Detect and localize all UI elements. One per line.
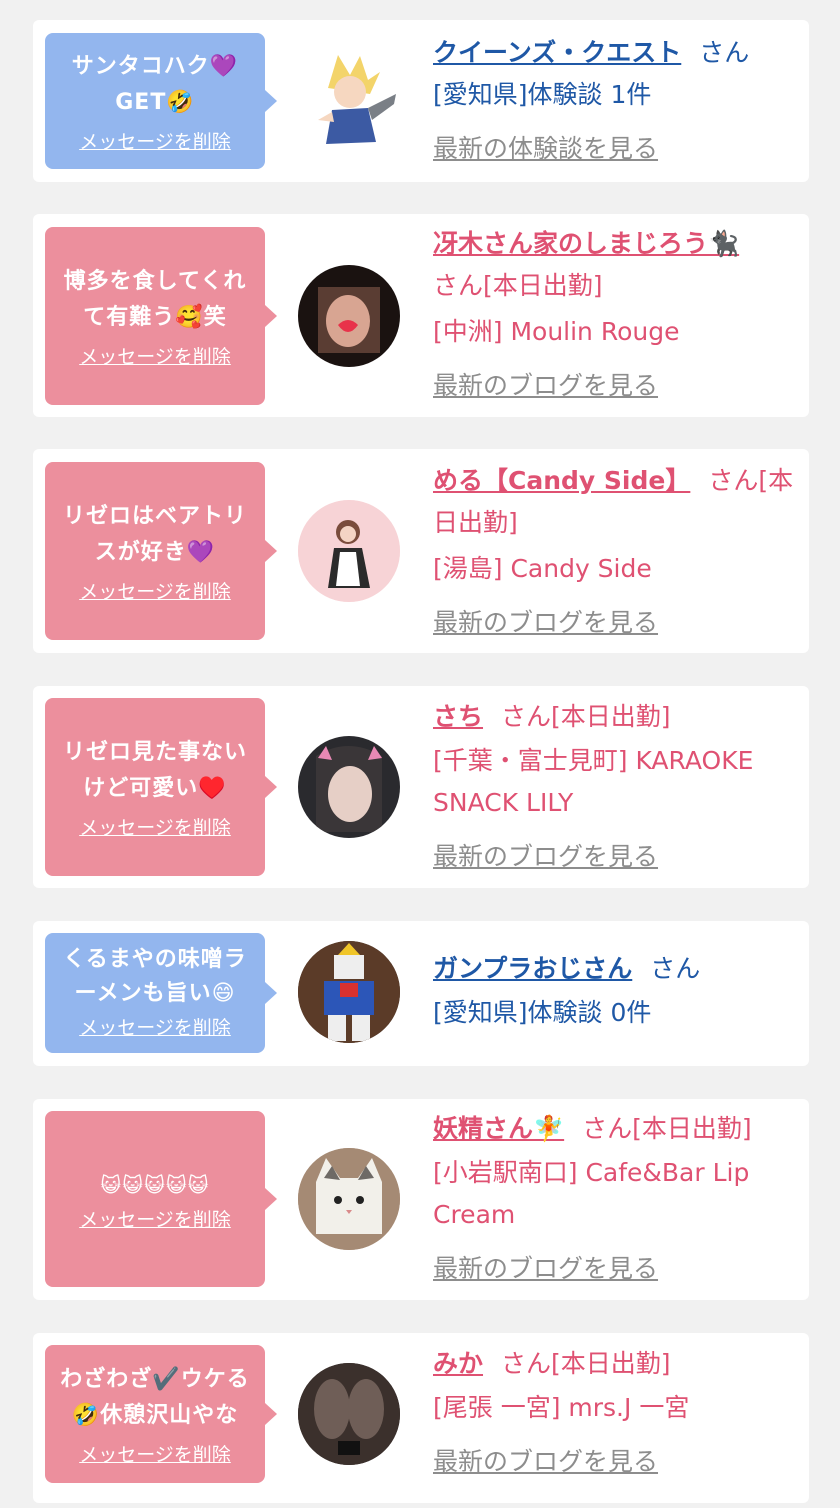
item-info: みか さん[本日出勤] [尾張 一宮] mrs.J 一宮 最新のブログを見る [433, 1343, 793, 1483]
woman-photo-icon [316, 746, 382, 832]
item-info: 妖精さん🧚 さん[本日出勤] [小岩駅南口] Cafe&Bar Lip Cream… [433, 1108, 793, 1290]
avatar[interactable] [298, 1148, 400, 1250]
item-detail: [小岩駅南口] Cafe&Bar Lip [433, 1158, 750, 1187]
girl-name-link[interactable]: みか [433, 1349, 483, 1378]
message-text: 😺😺😺😺😺 [100, 1172, 210, 1197]
name-suffix: さん[本 [708, 466, 794, 495]
latest-blog-link[interactable]: 最新のブログを見る [433, 371, 658, 400]
message-bubble: サンタコハク💜 GET🤣 メッセージを削除 [45, 33, 277, 169]
anime-character-icon [318, 55, 396, 144]
item-info: ガンプラおじさん さん [愛知県]体験談 0件 [433, 948, 793, 1034]
item-detail: [千葉・富士見町] KARAOKE [433, 746, 754, 775]
list-item: リゼロはベアトリ スが好き💜 メッセージを削除 める【Candy Side】 さん… [33, 449, 809, 653]
item-detail: [尾張 一宮] mrs.J 一宮 [433, 1393, 690, 1422]
message-text: リゼロはベアトリ スが好き💜 [62, 503, 247, 565]
avatar[interactable] [298, 736, 400, 838]
delete-message-link[interactable]: メッセージを削除 [79, 1013, 231, 1040]
message-bubble: リゼロはベアトリ スが好き💜 メッセージを削除 [45, 462, 277, 640]
name-suffix: さん[本日出勤] [501, 1349, 671, 1378]
shop-name-link[interactable]: クイーンズ・クエスト [433, 38, 681, 67]
message-bubble: くるまやの味噌ラ ーメンも旨い😄 メッセージを削除 [45, 933, 277, 1053]
item-info: クイーンズ・クエスト さん [愛知県]体験談 1件 最新の体験談を見る [433, 32, 793, 170]
woman-photo-icon [318, 287, 380, 353]
message-bubble: 博多を食してくれ て有難う🥰笑 メッセージを削除 [45, 227, 277, 405]
message-list: サンタコハク💜 GET🤣 メッセージを削除 クイーンズ・クエスト さん [愛知県]… [0, 0, 840, 1508]
delete-message-link[interactable]: メッセージを削除 [79, 577, 231, 604]
delete-message-link[interactable]: メッセージを削除 [79, 1440, 231, 1467]
latest-review-link[interactable]: 最新の体験談を見る [433, 134, 658, 163]
item-detail-cont: Cream [433, 1200, 516, 1229]
message-text: サンタコハク💜 GET🤣 [71, 53, 239, 115]
list-item: サンタコハク💜 GET🤣 メッセージを削除 クイーンズ・クエスト さん [愛知県]… [33, 20, 809, 182]
item-detail: [愛知県]体験談 0件 [433, 998, 652, 1027]
delete-message-link[interactable]: メッセージを削除 [79, 1205, 231, 1232]
list-item: くるまやの味噌ラ ーメンも旨い😄 メッセージを削除 ガンプラおじさん さん [愛知… [33, 921, 809, 1066]
item-detail: [中洲] Moulin Rouge [433, 317, 680, 346]
list-item: 博多を食してくれ て有難う🥰笑 メッセージを削除 冴木さん家のしまじろう🐈‍⬛ … [33, 214, 809, 417]
item-info: さち さん[本日出勤] [千葉・富士見町] KARAOKE SNACK LILY … [433, 696, 793, 878]
robot-model-icon [298, 941, 400, 1043]
girl-name-link[interactable]: 妖精さん🧚 [433, 1114, 564, 1143]
list-item: リゼロ見た事ない けど可愛い♥️ メッセージを削除 さち さん[本日出勤] [千葉… [33, 686, 809, 888]
name-suffix: さん[本日出勤] [582, 1114, 752, 1143]
item-detail: [愛知県]体験談 1件 [433, 80, 652, 109]
girl-name-link[interactable]: さち [433, 702, 483, 731]
item-info: める【Candy Side】 さん[本 日出勤] [湯島] Candy Side … [433, 460, 793, 644]
avatar[interactable] [298, 500, 400, 602]
latest-blog-link[interactable]: 最新のブログを見る [433, 1447, 658, 1476]
item-detail: [湯島] Candy Side [433, 554, 652, 583]
latest-blog-link[interactable]: 最新のブログを見る [433, 842, 658, 871]
message-text: リゼロ見た事ない けど可愛い♥️ [62, 739, 247, 801]
maid-photo-icon [298, 500, 400, 602]
item-info: 冴木さん家のしまじろう🐈‍⬛ さん[本日出勤] [中洲] Moulin Roug… [433, 223, 793, 407]
latest-blog-link[interactable]: 最新のブログを見る [433, 1254, 658, 1283]
avatar[interactable] [298, 941, 400, 1043]
delete-message-link[interactable]: メッセージを削除 [79, 342, 231, 369]
message-text: 博多を食してくれ て有難う🥰笑 [63, 268, 247, 330]
list-item: 😺😺😺😺😺 メッセージを削除 妖精さん🧚 さん[本日出勤] [小岩駅南口] Caf… [33, 1099, 809, 1300]
name-suffix: さん[本日出勤] [501, 702, 671, 731]
avatar[interactable] [298, 50, 400, 152]
message-bubble: 😺😺😺😺😺 メッセージを削除 [45, 1111, 277, 1287]
item-detail-cont: SNACK LILY [433, 788, 574, 817]
list-item: わざわざ✔️ウケる 🤣休憩沢山やな メッセージを削除 みか さん[本日出勤] [尾… [33, 1333, 809, 1503]
cat-photo-icon [298, 1148, 400, 1250]
name-suffix: さん[本日出勤] [433, 271, 603, 300]
message-bubble: リゼロ見た事ない けど可愛い♥️ メッセージを削除 [45, 698, 277, 876]
girl-name-link[interactable]: 冴木さん家のしまじろう🐈‍⬛ [433, 229, 739, 258]
name-suffix: さん [650, 954, 701, 983]
message-bubble: わざわざ✔️ウケる 🤣休憩沢山やな メッセージを削除 [45, 1345, 277, 1483]
message-text: くるまやの味噌ラ ーメンも旨い😄 [63, 946, 247, 1006]
delete-message-link[interactable]: メッセージを削除 [79, 127, 231, 154]
legs-photo-icon [298, 1363, 400, 1465]
name-suffix: さん [699, 38, 750, 67]
shop-name-link[interactable]: ガンプラおじさん [433, 954, 632, 983]
girl-name-link[interactable]: める【Candy Side】 [433, 466, 690, 495]
name-suffix-cont: 日出勤] [433, 508, 518, 537]
avatar[interactable] [298, 265, 400, 367]
latest-blog-link[interactable]: 最新のブログを見る [433, 608, 658, 637]
avatar[interactable] [298, 1363, 400, 1465]
delete-message-link[interactable]: メッセージを削除 [79, 813, 231, 840]
message-text: わざわざ✔️ウケる 🤣休憩沢山やな [60, 1366, 250, 1428]
